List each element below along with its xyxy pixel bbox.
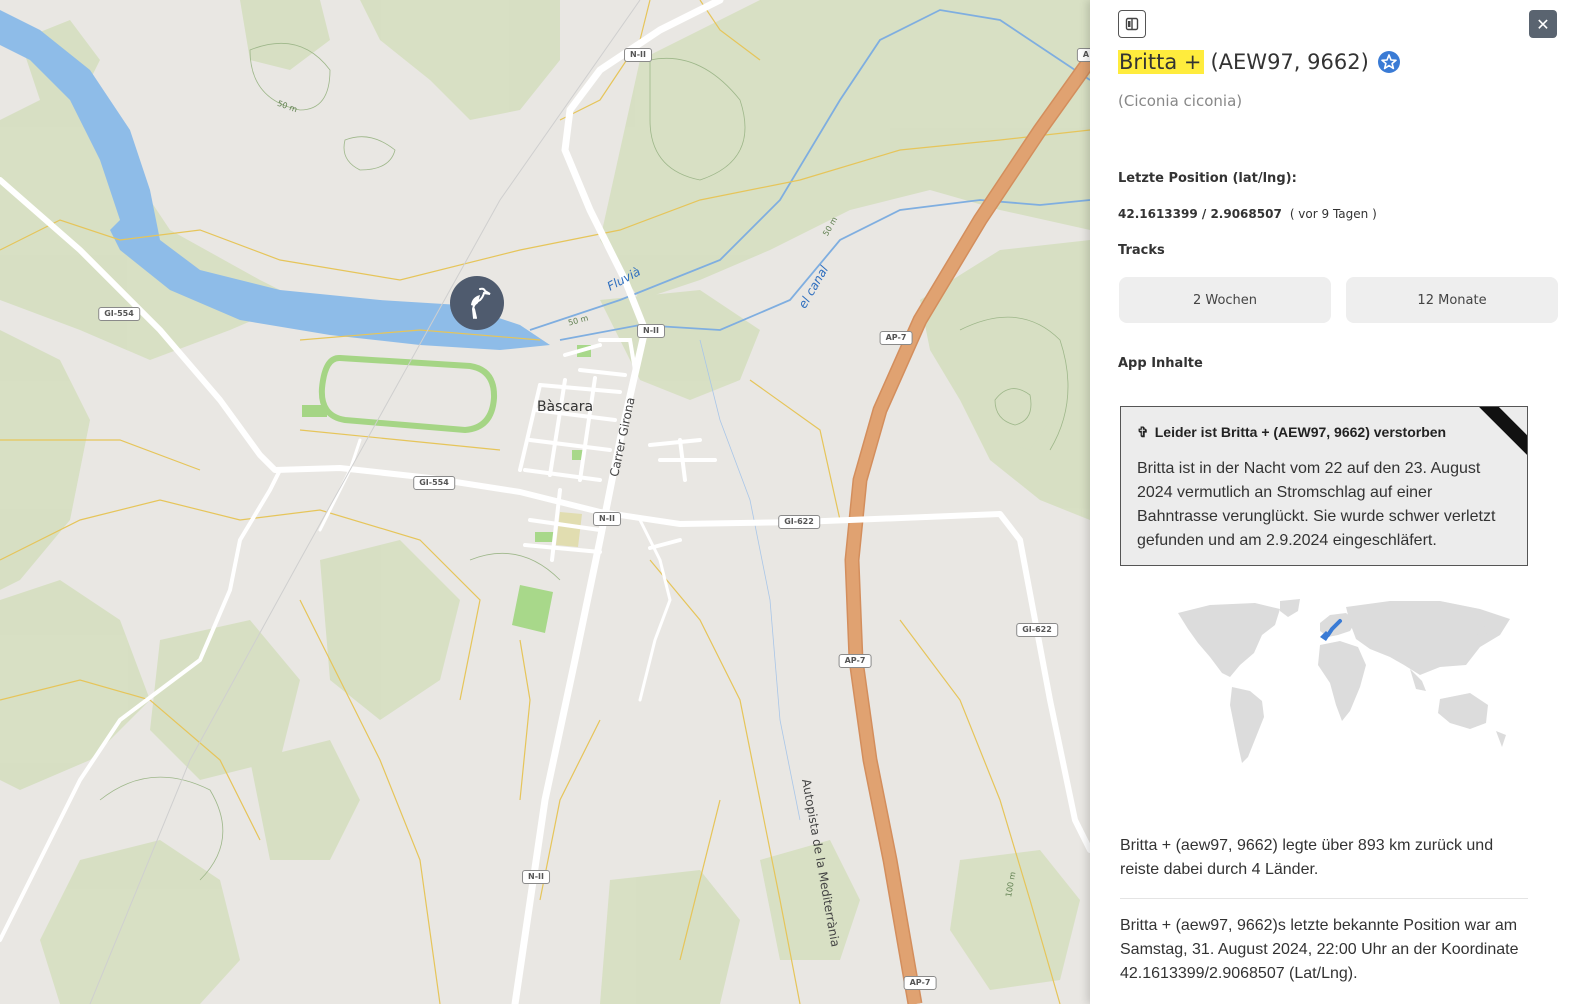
last-position-label: Letzte Position (lat/lng): [1118, 171, 1297, 186]
road-shield: N-II [637, 324, 665, 338]
bird-title: Britta + (AEW97, 9662) [1118, 50, 1401, 74]
bird-marker[interactable] [450, 276, 504, 330]
cross-icon: ✞ [1137, 424, 1149, 440]
road-shield: AP-7 [903, 976, 937, 990]
close-button[interactable]: ✕ [1529, 10, 1557, 38]
road-shield: GI-554 [413, 476, 455, 490]
divider [1120, 898, 1528, 899]
last-position: 42.1613399 / 2.9068507 ( vor 9 Tagen ) [1118, 207, 1377, 221]
road-shield: AP-7 [879, 331, 913, 345]
road-shield: GI-554 [98, 307, 140, 321]
world-route-map [1178, 599, 1510, 763]
deceased-notice: ✞ Leider ist Britta + (AEW97, 9662) verst… [1120, 406, 1528, 566]
deceased-text: Britta ist in der Nacht vom 22 auf den 2… [1137, 460, 1496, 549]
tracks-label: Tracks [1118, 243, 1165, 258]
app-content-label: App Inhalte [1118, 356, 1203, 371]
place-label: Bàscara [536, 399, 594, 415]
deceased-title: ✞ Leider ist Britta + (AEW97, 9662) verst… [1137, 424, 1446, 441]
species-name: (Ciconia ciconia) [1118, 92, 1243, 110]
collapse-panel-button[interactable] [1118, 10, 1146, 38]
last-position-value: 42.1613399 / 2.9068507 [1118, 207, 1282, 221]
road-shield: N-II [522, 870, 550, 884]
last-known-summary: Britta + (aew97, 9662)s letzte bekannte … [1120, 917, 1519, 982]
track-12-months-button[interactable]: 12 Monate [1346, 277, 1558, 323]
mourning-ribbon [1469, 407, 1527, 461]
last-position-ago: ( vor 9 Tagen ) [1289, 207, 1377, 221]
panel-collapse-icon [1125, 17, 1139, 31]
bird-detail-panel: ✕ Britta + (AEW97, 9662) (Ciconia ciconi… [1090, 0, 1577, 1004]
bird-id: (AEW97, 9662) [1210, 50, 1369, 74]
close-icon: ✕ [1536, 14, 1550, 34]
road-shield: GI-622 [1016, 623, 1058, 637]
road-shield: N-II [624, 48, 652, 62]
road-shield: N-II [593, 512, 621, 526]
bird-name: Britta + [1118, 50, 1205, 74]
distance-summary: Britta + (aew97, 9662) legte über 893 km… [1120, 837, 1494, 878]
star-badge-icon [1377, 51, 1400, 73]
stork-icon [471, 287, 491, 319]
deceased-title-text: Leider ist Britta + (AEW97, 9662) versto… [1154, 424, 1447, 440]
road-shield: AP-7 [838, 654, 872, 668]
road-shield: GI-622 [778, 515, 820, 529]
track-2-weeks-button[interactable]: 2 Wochen [1119, 277, 1331, 323]
